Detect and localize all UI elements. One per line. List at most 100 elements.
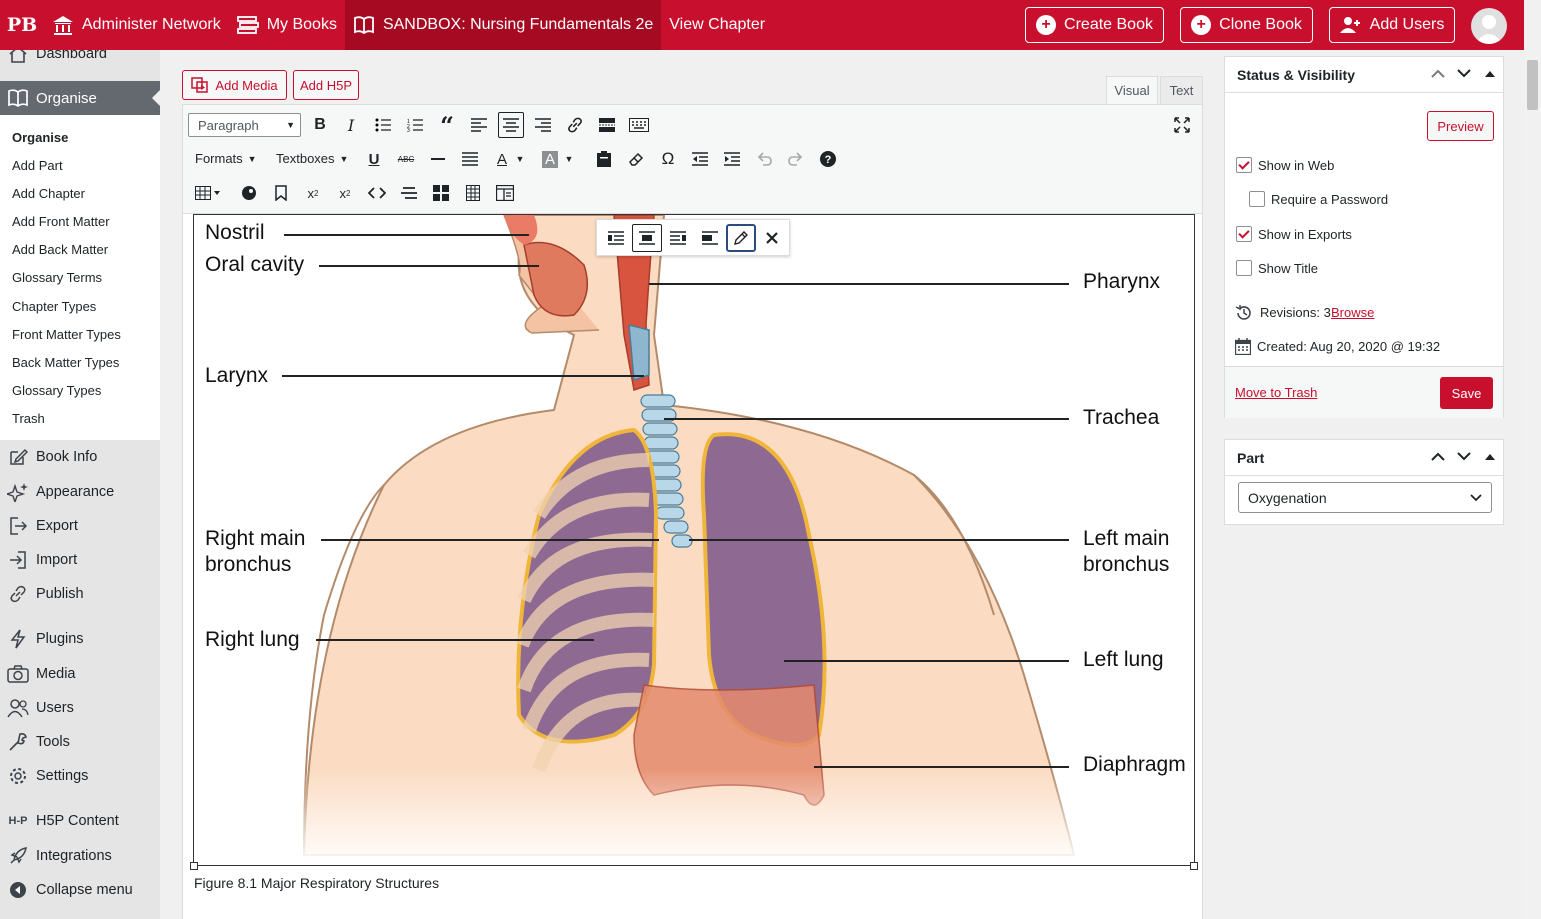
page-scrollbar[interactable] <box>1524 0 1541 919</box>
image-align-right-button[interactable] <box>664 224 693 252</box>
sidebar-item-publish[interactable]: Publish <box>0 577 160 611</box>
sidebar-item-import[interactable]: Import <box>0 543 160 577</box>
show-in-exports-checkbox[interactable] <box>1236 226 1252 242</box>
page-scrollbar-thumb[interactable] <box>1527 60 1538 110</box>
image-edit-button[interactable] <box>726 223 756 252</box>
align-center-button[interactable] <box>498 112 524 138</box>
status-visibility-header[interactable]: Status & Visibility <box>1225 57 1503 93</box>
image-align-center-button[interactable] <box>632 223 662 252</box>
numbered-list-button[interactable]: 123 <box>402 112 428 138</box>
image-remove-button[interactable] <box>758 224 787 252</box>
administer-network-link[interactable]: Administer Network <box>44 0 229 50</box>
sidebar-item-settings[interactable]: Settings <box>0 759 160 793</box>
submenu-organise[interactable]: Organise <box>12 130 68 145</box>
sidebar-item-users[interactable]: Users <box>0 691 160 725</box>
submenu-add-back-matter[interactable]: Add Back Matter <box>12 242 108 257</box>
text-color-button[interactable]: A <box>489 146 515 172</box>
indent-button[interactable] <box>719 146 745 172</box>
read-more-button[interactable] <box>594 112 620 138</box>
text-color-dropdown[interactable]: ▼ <box>514 146 526 172</box>
resize-handle-bottom-left[interactable] <box>190 862 198 870</box>
create-book-button[interactable]: + Create Book <box>1025 7 1164 43</box>
figure-caption[interactable]: Figure 8.1 Major Respiratory Structures <box>194 875 439 891</box>
textboxes-menu[interactable]: Textboxes ▼ <box>276 151 348 166</box>
submenu-glossary-types[interactable]: Glossary Types <box>12 383 101 398</box>
bold-button[interactable]: B <box>307 112 333 138</box>
theme-button[interactable] <box>236 180 262 206</box>
columns-button[interactable] <box>492 180 518 206</box>
sidebar-item-appearance[interactable]: Appearance <box>0 475 160 509</box>
formats-menu[interactable]: Formats ▼ <box>195 151 257 166</box>
move-down-icon[interactable] <box>1457 450 1471 464</box>
user-avatar[interactable] <box>1471 8 1507 44</box>
editor-content[interactable]: Nostril Oral cavity Pharynx Larynx Trach… <box>182 214 1203 919</box>
sidebar-item-plugins[interactable]: Plugins <box>0 622 160 656</box>
move-up-icon[interactable] <box>1431 67 1445 81</box>
save-button[interactable]: Save <box>1440 377 1493 409</box>
submenu-add-front-matter[interactable]: Add Front Matter <box>12 214 110 229</box>
table-button[interactable] <box>191 180 225 206</box>
clear-formatting-button[interactable] <box>623 146 649 172</box>
tab-visual[interactable]: Visual <box>1106 76 1158 104</box>
spreadsheet-button[interactable] <box>460 180 486 206</box>
subscript-button[interactable]: x2 <box>332 180 358 206</box>
sidebar-item-organise[interactable]: Organise <box>0 81 160 115</box>
italic-button[interactable]: I <box>338 112 364 138</box>
add-media-button[interactable]: Add Media <box>182 70 287 100</box>
part-panel-header[interactable]: Part <box>1225 440 1503 476</box>
my-books-link[interactable]: My Books <box>229 0 345 50</box>
resize-handle-bottom-right[interactable] <box>1190 862 1198 870</box>
part-select[interactable]: Oxygenation <box>1238 482 1492 513</box>
anchor-button[interactable] <box>268 180 294 206</box>
preview-button[interactable]: Preview <box>1427 111 1494 141</box>
fullscreen-button[interactable] <box>1169 112 1195 138</box>
blockquote-button[interactable]: “ <box>434 111 460 140</box>
sidebar-item-book-info[interactable]: Book Info <box>0 440 160 474</box>
footnote-button[interactable] <box>396 180 422 206</box>
clone-book-button[interactable]: + Clone Book <box>1180 7 1313 43</box>
submenu-glossary-terms[interactable]: Glossary Terms <box>12 270 102 285</box>
justify-button[interactable] <box>457 146 483 172</box>
undo-button[interactable] <box>751 146 777 172</box>
collapse-menu-button[interactable]: Collapse menu <box>0 873 160 907</box>
submenu-chapter-types[interactable]: Chapter Types <box>12 299 96 314</box>
show-in-web-checkbox[interactable] <box>1236 157 1252 173</box>
tab-text[interactable]: Text <box>1160 76 1203 104</box>
horizontal-line-button[interactable] <box>425 146 451 172</box>
sidebar-item-tools[interactable]: Tools <box>0 725 160 759</box>
bullet-list-button[interactable] <box>370 112 396 138</box>
view-chapter-link[interactable]: View Chapter <box>661 0 773 50</box>
redo-button[interactable] <box>783 146 809 172</box>
background-color-button[interactable]: A <box>537 146 563 172</box>
image-align-left-button[interactable] <box>601 224 630 252</box>
submenu-add-part[interactable]: Add Part <box>12 158 63 173</box>
current-book-link[interactable]: SANDBOX: Nursing Fundamentals 2e <box>344 0 662 50</box>
background-color-dropdown[interactable]: ▼ <box>563 146 575 172</box>
move-to-trash-link[interactable]: Move to Trash <box>1235 385 1317 400</box>
outdent-button[interactable] <box>687 146 713 172</box>
insert-link-button[interactable] <box>562 112 588 138</box>
collapse-panel-icon[interactable] <box>1485 67 1495 81</box>
glossary-button[interactable] <box>428 180 454 206</box>
move-up-icon[interactable] <box>1431 450 1445 464</box>
add-h5p-button[interactable]: Add H5P <box>293 70 359 100</box>
move-down-icon[interactable] <box>1457 67 1471 81</box>
code-button[interactable] <box>364 180 390 206</box>
special-character-button[interactable]: Ω <box>655 146 681 172</box>
show-title-checkbox[interactable] <box>1236 260 1252 276</box>
align-right-button[interactable] <box>530 112 556 138</box>
sidebar-item-dashboard[interactable]: Dashboard <box>0 50 160 71</box>
sidebar-item-media[interactable]: Media <box>0 657 160 691</box>
underline-button[interactable]: U <box>361 146 387 172</box>
browse-revisions-link[interactable]: Browse <box>1331 305 1374 320</box>
image-no-align-button[interactable] <box>695 224 724 252</box>
pressbooks-logo[interactable]: PB <box>0 0 44 50</box>
help-button[interactable]: ? <box>815 146 841 172</box>
submenu-back-matter-types[interactable]: Back Matter Types <box>12 355 119 370</box>
strikethrough-button[interactable]: ABC <box>393 146 419 172</box>
collapse-panel-icon[interactable] <box>1485 450 1495 464</box>
toolbar-toggle-button[interactable] <box>626 112 652 138</box>
require-password-checkbox[interactable] <box>1249 191 1265 207</box>
sidebar-item-h5p-content[interactable]: H-P H5P Content <box>0 804 160 838</box>
submenu-front-matter-types[interactable]: Front Matter Types <box>12 327 121 342</box>
